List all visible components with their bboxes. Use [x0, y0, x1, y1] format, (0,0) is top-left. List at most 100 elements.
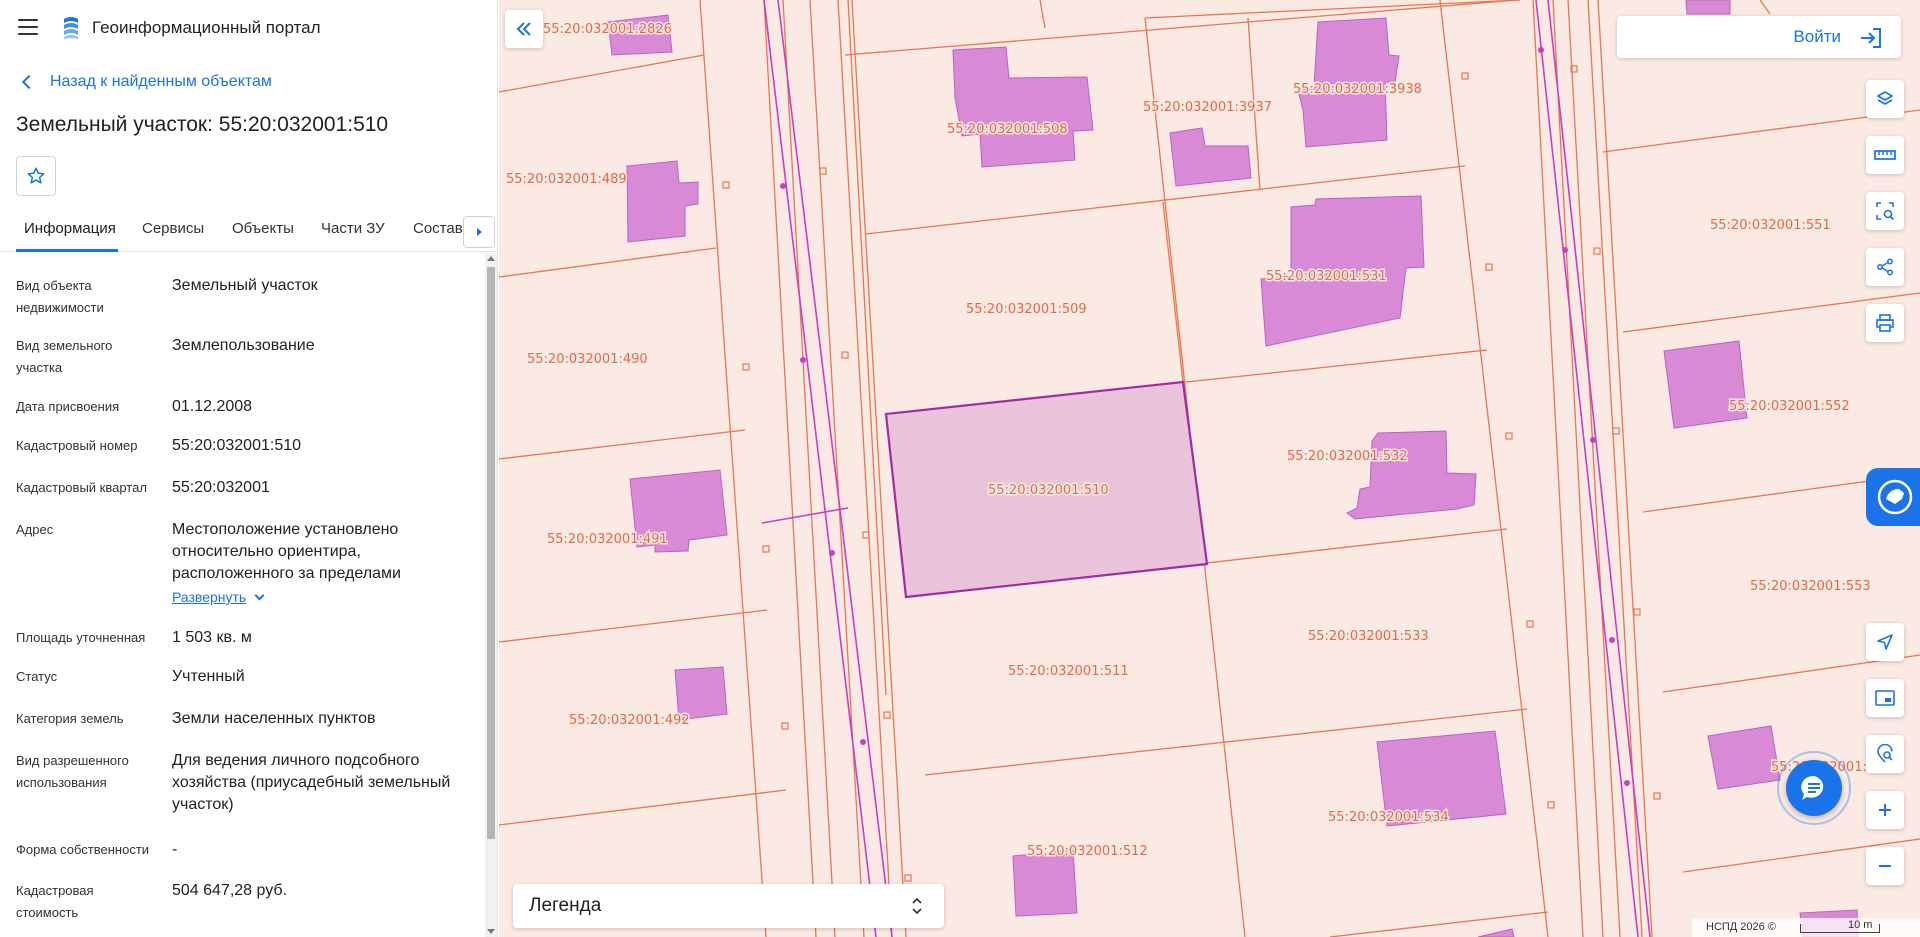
info-label: Кадастровый квартал — [16, 480, 147, 495]
parcel-label: 55:20:032001:3938 — [1293, 82, 1422, 97]
select-area-button[interactable] — [1866, 192, 1904, 230]
minimap-button[interactable] — [1866, 679, 1904, 717]
info-label: Вид земельного участка — [16, 338, 113, 375]
chat-bubble-icon — [1801, 775, 1824, 800]
chat-button[interactable] — [1786, 760, 1842, 816]
parcel-label-selected: 55:20:032001:510 — [988, 483, 1109, 498]
ruler-icon — [1874, 150, 1896, 160]
collapse-sidebar-button[interactable] — [505, 10, 543, 48]
parcel-label: 55:20:032001:534 — [1328, 810, 1449, 825]
active-tab-indicator — [16, 249, 118, 252]
parcel-label: 55:20:032001:2826 — [543, 22, 672, 37]
zoom-in-button[interactable] — [1866, 791, 1904, 829]
assistant-icon — [1877, 479, 1913, 515]
tab-bar: Информация Сервисы Объекты Части ЗУ Сост… — [0, 212, 498, 252]
measure-button[interactable] — [1866, 136, 1904, 174]
parcel-label: 55:20:032001:511 — [1008, 664, 1129, 679]
info-label: Вид разрешенного использования — [16, 753, 129, 790]
info-value: - — [172, 841, 178, 858]
menu-icon[interactable] — [18, 19, 38, 35]
parcel-label: 55:20:032001:508 — [947, 122, 1068, 137]
info-label: Дата присвоения — [16, 399, 120, 414]
info-value: 01.12.2008 — [172, 398, 253, 415]
info-label: Площадь уточненная — [16, 630, 146, 645]
location-search-icon — [1877, 744, 1893, 763]
parcel-label: 55:20:032001:532 — [1287, 449, 1408, 464]
parcel-label: 55:20:032001:489 — [506, 172, 627, 187]
zoom-out-button[interactable] — [1866, 847, 1904, 885]
portal-title: Геоинформационный портал — [92, 18, 321, 37]
parcel-label: 55:20:032001:490 — [527, 352, 648, 367]
info-scrollbar[interactable] — [485, 253, 497, 937]
star-icon — [27, 167, 45, 184]
layers-icon — [1877, 91, 1893, 105]
info-value: Земельный участок — [172, 277, 318, 294]
printer-icon — [1876, 314, 1894, 332]
info-label: Адрес — [16, 522, 54, 537]
parcel-label: 55:20:032001:512 — [1027, 844, 1148, 859]
tab-services[interactable]: Сервисы — [142, 220, 204, 237]
back-link-label: Назад к найденным объектам — [50, 73, 272, 90]
info-value: Учтенный — [172, 668, 245, 685]
area-search-icon — [1876, 202, 1895, 221]
tab-parts[interactable]: Части ЗУ — [321, 220, 385, 237]
minus-icon — [1879, 865, 1891, 867]
info-value: Земли населенных пунктов — [172, 710, 376, 727]
login-button[interactable]: Войти — [1617, 16, 1901, 58]
parcel-label: 55:20:032001:553 — [1750, 579, 1871, 594]
chevron-down-icon — [254, 590, 265, 600]
info-value: 504 647,28 руб. — [172, 882, 288, 899]
share-button[interactable] — [1866, 248, 1904, 286]
info-label: Категория земель — [16, 711, 124, 726]
expand-address-link[interactable]: Развернуть — [172, 586, 265, 608]
info-label: Кадастровая стоимость — [16, 883, 94, 920]
portal-logo — [64, 17, 78, 39]
back-to-results-link[interactable]: Назад к найденным объектам — [20, 73, 272, 91]
info-value: Для ведения личного подсобного хозяйства… — [172, 752, 451, 813]
legend-panel[interactable]: Легенда — [513, 884, 944, 928]
chevron-left-icon — [21, 74, 37, 90]
print-button[interactable] — [1866, 304, 1904, 342]
parcel-label: 55:20:032001:491 — [547, 532, 668, 547]
arrow-right-icon — [476, 228, 482, 236]
parcel-label: 55:20:032001:533 — [1308, 629, 1429, 644]
info-value: Местоположение установлено относительно … — [172, 519, 462, 609]
map-canvas[interactable]: 55:20:032001:2826 55:20:032001:508 55:20… — [499, 0, 1920, 937]
scrollbar-thumb[interactable] — [487, 267, 495, 839]
address-text: Местоположение установлено относительно … — [172, 521, 401, 582]
layers-button[interactable] — [1866, 80, 1904, 118]
search-location-button[interactable] — [1866, 735, 1904, 773]
scroll-up-icon[interactable] — [487, 256, 495, 261]
map-footer: НСПД 2026 © 10 m — [1692, 918, 1920, 937]
geolocation-button[interactable] — [1866, 623, 1904, 661]
info-panel: Вид объекта недвижимости Земельный участ… — [0, 253, 485, 937]
parcel-label: 55:20:032001:551 — [1710, 218, 1831, 233]
expand-label: Развернуть — [172, 589, 247, 605]
login-label: Войти — [1793, 27, 1841, 46]
info-label: Статус — [16, 669, 58, 684]
info-value: Землепользование — [172, 337, 315, 354]
tab-info[interactable]: Информация — [24, 220, 116, 237]
legend-label: Легенда — [529, 895, 602, 916]
double-chevron-left-icon — [516, 22, 531, 36]
assistant-button[interactable] — [1866, 468, 1920, 526]
favorite-button[interactable] — [16, 156, 56, 196]
cadastral-map[interactable]: 55:20:032001:2826 55:20:032001:508 55:20… — [499, 0, 1920, 937]
info-label: Вид объекта недвижимости — [16, 278, 104, 315]
info-value: 1 503 кв. м — [172, 629, 252, 646]
scroll-down-icon[interactable] — [487, 929, 495, 934]
info-label: Кадастровый номер — [16, 438, 138, 453]
plus-icon — [1879, 804, 1891, 816]
top-bar: Геоинформационный портал — [0, 0, 498, 56]
share-icon — [1877, 258, 1893, 276]
tab-composition[interactable]: Состав — [413, 220, 463, 237]
login-icon — [1861, 28, 1881, 48]
tab-objects[interactable]: Объекты — [232, 220, 294, 237]
parcel-label: 55:20:032001:552 — [1729, 399, 1850, 414]
tabs-scroll-right-button[interactable] — [463, 216, 495, 248]
parcel-label: 55:20:032001:531 — [1266, 269, 1387, 284]
scale-label: 10 m — [1848, 919, 1873, 931]
copyright-text: НСПД 2026 © — [1706, 921, 1776, 933]
parcel-label: 55:20:032001:509 — [966, 302, 1087, 317]
parcel-label: 55:20:032001:492 — [569, 713, 690, 728]
